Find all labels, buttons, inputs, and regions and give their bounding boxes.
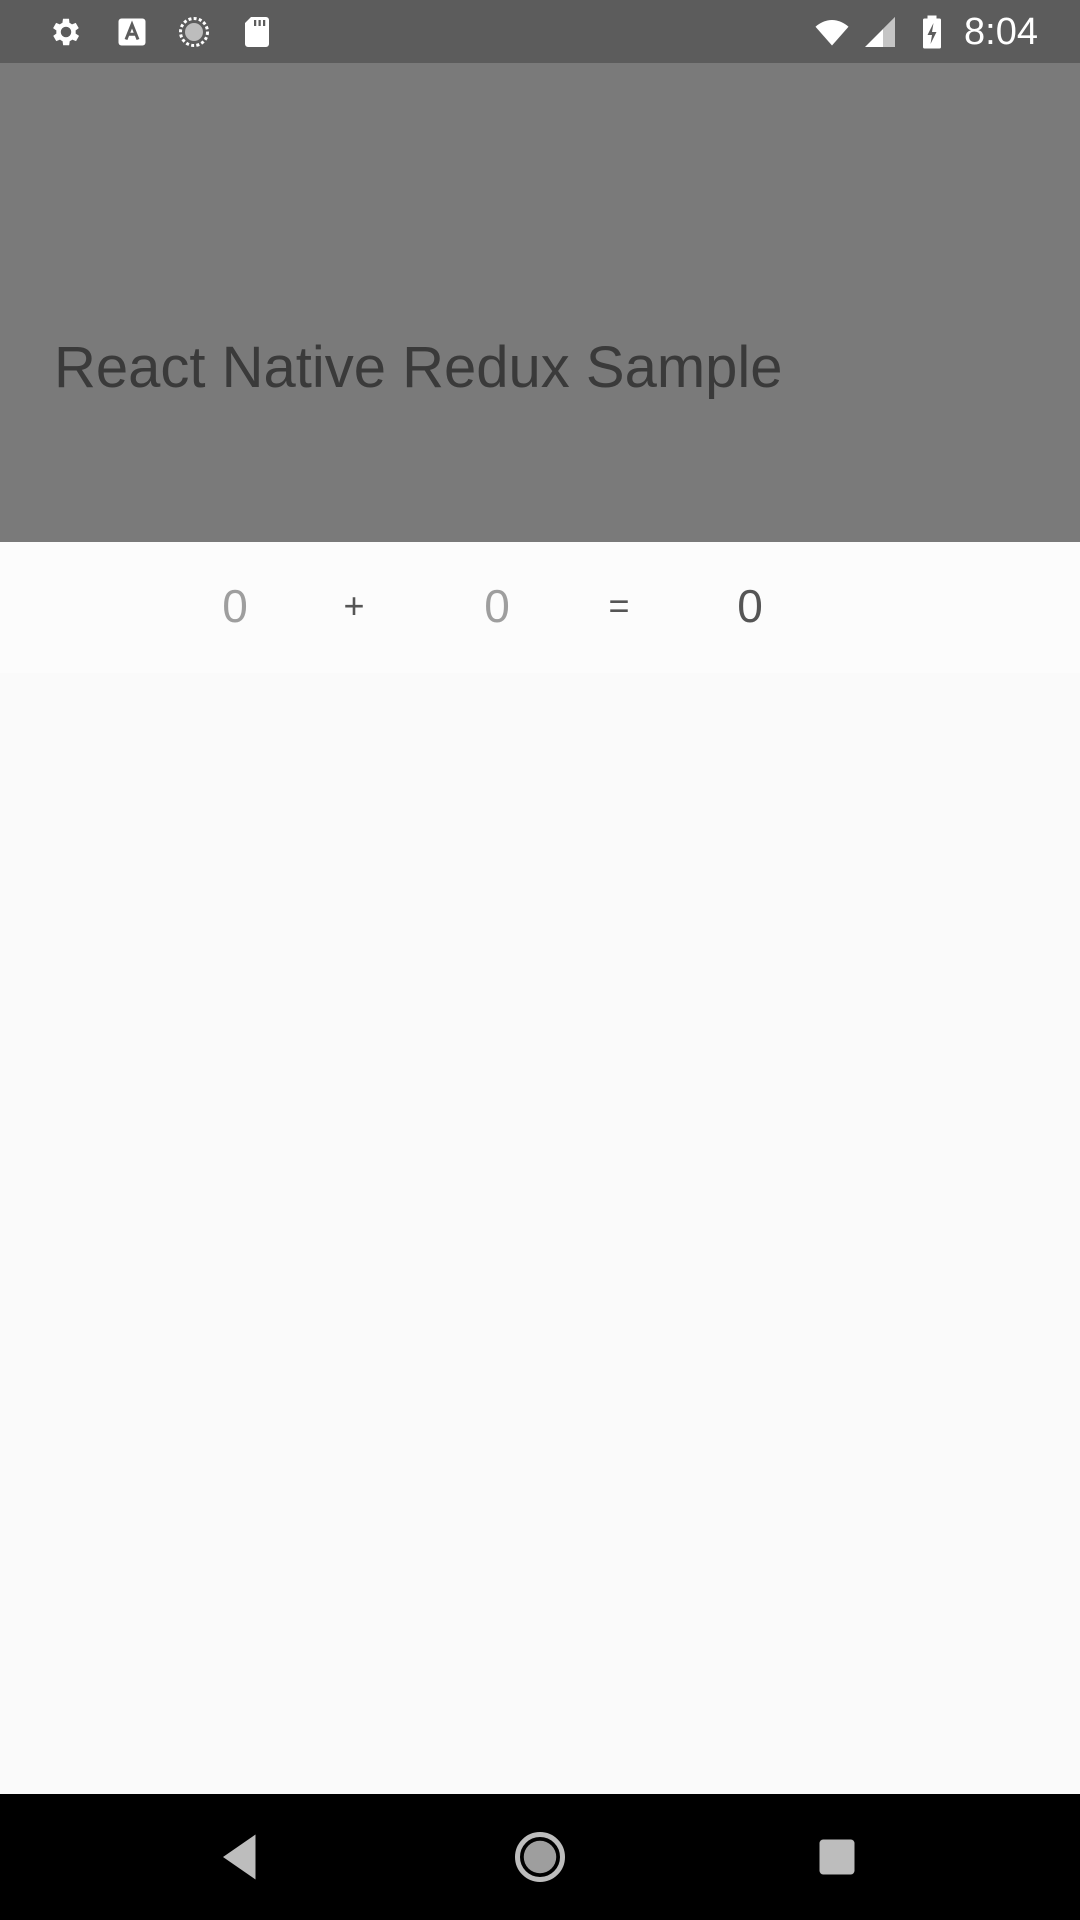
gear-icon [48,14,84,50]
recents-icon[interactable] [807,1827,867,1887]
screen: 8:04 React Native Redux Sample 0 + 0 = 0 [0,0,1080,1920]
status-time: 8:04 [964,11,1038,53]
plus-sign: + [343,585,365,626]
battery-charging-icon [918,14,946,50]
equals-sign: = [608,585,630,626]
signal-icon [862,14,898,50]
page-title: React Native Redux Sample [54,335,783,400]
status-bar: 8:04 [0,0,1080,63]
wifi-icon [810,14,854,50]
result-value: 0 [737,580,763,632]
font-a-icon [114,14,150,50]
navigation-bar [0,1794,1080,1920]
home-icon[interactable] [510,1827,570,1887]
operand-b-input[interactable]: 0 [442,576,552,636]
app-header: React Native Redux Sample [0,63,1080,542]
back-icon[interactable] [213,1827,273,1887]
sync-circle-icon [176,14,212,50]
operand-a-input[interactable]: 0 [180,576,290,636]
content-area [0,673,1080,1794]
equation-row: 0 + 0 = 0 [0,542,1080,673]
sd-card-icon [239,14,275,50]
